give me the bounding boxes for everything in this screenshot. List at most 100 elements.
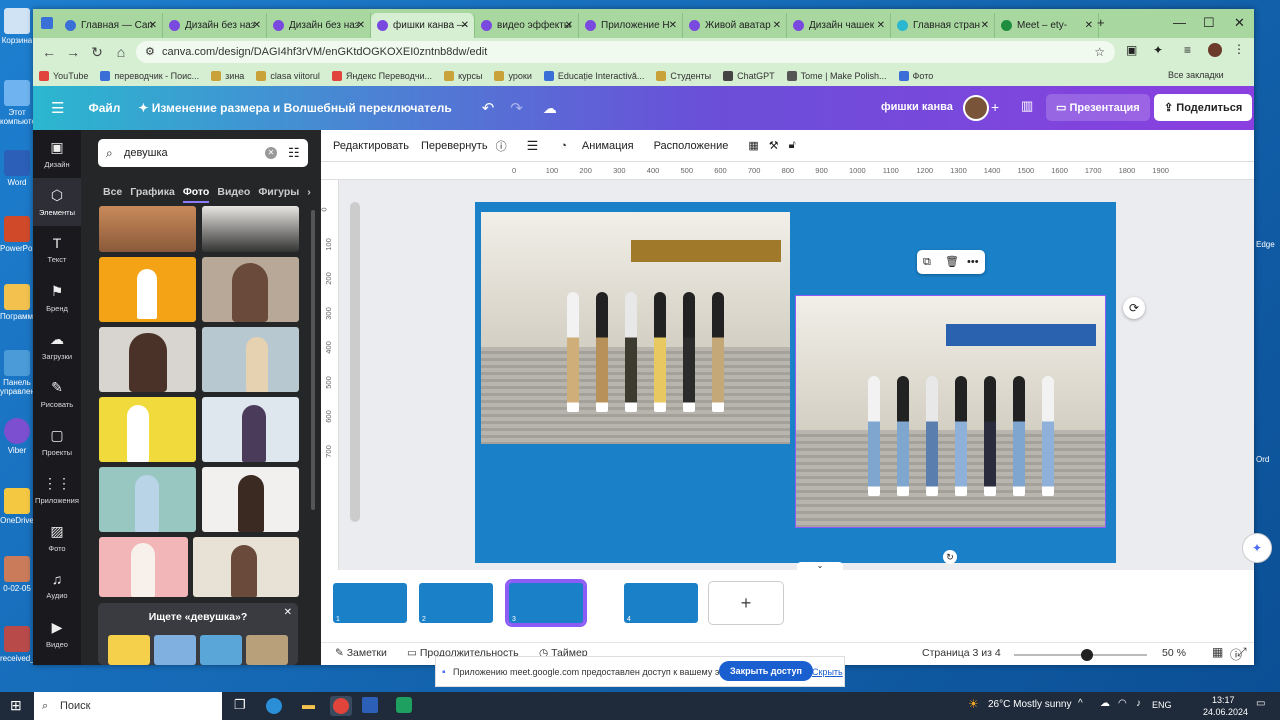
page-indicator[interactable]: Страница 3 из 4 [922, 647, 1001, 659]
transparency-icon[interactable]: ▦ [748, 139, 758, 152]
close-tab-icon[interactable]: ✕ [565, 20, 573, 31]
wifi-icon[interactable]: ◠ [1118, 698, 1127, 709]
close-tab-icon[interactable]: ✕ [981, 20, 989, 31]
edge-icon[interactable] [266, 698, 282, 714]
resize-menu[interactable]: ✦ Изменение размера и Волшебный переключ… [138, 101, 451, 115]
photo-result[interactable] [202, 206, 299, 252]
close-tab-icon[interactable]: ✕ [773, 20, 781, 31]
file-menu[interactable]: Файл [88, 101, 120, 115]
undo-icon[interactable]: ↶ [482, 99, 495, 117]
group-photo-right[interactable] [795, 295, 1106, 528]
close-tab-icon[interactable]: ✕ [877, 20, 885, 31]
animate-button[interactable]: ◔ Анимация [560, 140, 633, 152]
rail-item-photos[interactable]: ▨ Фото [33, 514, 81, 562]
add-page-button[interactable]: + [708, 581, 784, 625]
browser-tab[interactable]: фишки канва — ✕ [371, 13, 475, 38]
rail-item-uploads[interactable]: ☁ Загрузки [33, 322, 81, 370]
browser-tab[interactable]: Главная стран ✕ [891, 13, 995, 38]
photo-result[interactable] [202, 327, 299, 392]
share-button[interactable]: ⇪ Поделиться [1154, 94, 1253, 121]
bookmark-item[interactable]: Tome | Make Polish... [786, 71, 887, 81]
weather-text[interactable]: 26°C Mostly sunny [988, 699, 1071, 710]
zoom-level[interactable]: 50 % [1162, 647, 1186, 659]
grid-view-icon[interactable]: ▦ [1212, 645, 1223, 659]
desktop-icon[interactable]: Viber [0, 418, 34, 455]
close-suggestion-icon[interactable]: ✕ [284, 607, 292, 618]
rail-item-draw[interactable]: ✎ Рисовать [33, 370, 81, 418]
photo-result[interactable] [202, 257, 299, 322]
bookmark-item[interactable]: Educație Interactivă... [543, 71, 644, 81]
suggestion-image[interactable] [108, 635, 150, 665]
reload-icon[interactable]: ↻ [85, 44, 109, 61]
add-collaborator-icon[interactable]: + [991, 99, 999, 115]
desktop-icon[interactable]: received_vira [0, 626, 48, 663]
bookmark-star-icon[interactable]: ☆ [1094, 41, 1105, 63]
page-thumbnail[interactable]: 2 [417, 581, 495, 625]
maximize-icon[interactable]: ☐ [1203, 15, 1215, 31]
panel-scrollbar[interactable] [311, 210, 315, 510]
notes-button[interactable]: ✎ Заметки [335, 647, 387, 659]
magic-assistant-icon[interactable]: ✦ [1242, 533, 1272, 563]
zoom-slider-knob[interactable] [1080, 649, 1093, 661]
bookmark-item[interactable]: уроки [494, 71, 532, 81]
close-tab-icon[interactable]: ✕ [669, 20, 677, 31]
trash-icon[interactable]: 🗑︎ [945, 250, 959, 274]
hide-share-bar-link[interactable]: Скрыть [812, 667, 843, 677]
photo-result[interactable] [99, 397, 196, 462]
start-icon[interactable]: ⊞ [10, 697, 22, 714]
all-bookmarks[interactable]: Все закладки [1168, 70, 1224, 80]
search-input[interactable]: ⌕ девушка ✕ ☷ [98, 139, 308, 167]
doc-title[interactable]: фишки канва [881, 101, 953, 113]
minimize-icon[interactable]: — [1173, 15, 1186, 30]
clock-time[interactable]: 13:17 [1212, 695, 1235, 705]
back-icon[interactable]: ← [37, 44, 61, 60]
page-thumbnail[interactable]: 1 [331, 581, 409, 625]
bookmark-item[interactable]: ChatGPT [723, 71, 775, 81]
more-options-icon[interactable]: ••• [967, 250, 979, 274]
task-view-icon[interactable]: ❐ [234, 697, 246, 713]
group-photo-left[interactable] [481, 212, 790, 444]
file-explorer-icon[interactable]: ▬ [302, 697, 315, 712]
tab-shapes[interactable]: Фигуры [258, 186, 299, 203]
photo-result[interactable] [99, 206, 196, 252]
rail-item-brand[interactable]: ⚑ Бренд [33, 274, 81, 322]
photo-result[interactable] [193, 537, 299, 597]
browser-tab[interactable]: Дизайн без наз ✕ [267, 13, 371, 38]
collapse-pages-icon[interactable]: ⌄ [797, 562, 843, 570]
taskbar-search[interactable]: ⌕ Поиск [34, 692, 222, 720]
clock-date[interactable]: 24.06.2024 [1203, 707, 1248, 717]
url-field[interactable]: ⚙ canva.com/design/DAGI4hf3rVM/enGKtdOGKO… [136, 41, 1115, 63]
profile-avatar[interactable] [1208, 43, 1222, 57]
filter-icon[interactable]: ☷ [288, 139, 300, 167]
forward-icon[interactable]: → [61, 44, 85, 60]
close-window-icon[interactable]: ✕ [1234, 15, 1245, 31]
desktop-icon[interactable]: Корзина [0, 8, 34, 45]
close-tab-icon[interactable]: ✕ [1085, 20, 1093, 31]
design-page[interactable]: ⧉ 🗑︎ ••• ⟳ ↻ [475, 202, 1145, 564]
language-indicator[interactable]: ENG [1152, 700, 1172, 710]
site-info-icon[interactable]: ⚙ [145, 41, 155, 63]
stop-sharing-button[interactable]: Закрыть доступ [719, 661, 813, 681]
close-tab-icon[interactable]: ✕ [253, 20, 261, 31]
rail-item-projects[interactable]: ▢ Проекты [33, 418, 81, 466]
photo-result[interactable] [99, 327, 196, 392]
rail-item-videos[interactable]: ▶ Видео [33, 610, 81, 658]
browser-tab[interactable]: Приложение Н ✕ [579, 13, 683, 38]
info-icon[interactable]: ⓘ [496, 138, 507, 154]
bookmark-item[interactable]: переводчик - Поис... [100, 71, 199, 81]
page-thumbnail[interactable]: 4 [622, 581, 700, 625]
desktop-icon[interactable]: OneDrive [0, 488, 34, 525]
extensions-icon[interactable]: ▣ [1126, 43, 1137, 57]
more-icon[interactable]: ⋮ [1233, 42, 1245, 56]
tab-graphics[interactable]: Графика [130, 186, 175, 203]
network-icon[interactable]: ☁ [1100, 698, 1110, 709]
flip-button[interactable]: Перевернуть [421, 140, 488, 152]
border-style-icon[interactable]: ☰ [527, 138, 539, 154]
tab-search-icon[interactable] [41, 17, 53, 29]
tab-videos[interactable]: Видео [217, 186, 250, 203]
volume-icon[interactable]: ♪ [1136, 698, 1141, 709]
photo-result[interactable] [202, 397, 299, 462]
paint-format-icon[interactable]: ⚒ [769, 139, 779, 152]
photo-result[interactable] [99, 537, 188, 597]
cloud-save-icon[interactable]: ☁ [543, 100, 557, 117]
